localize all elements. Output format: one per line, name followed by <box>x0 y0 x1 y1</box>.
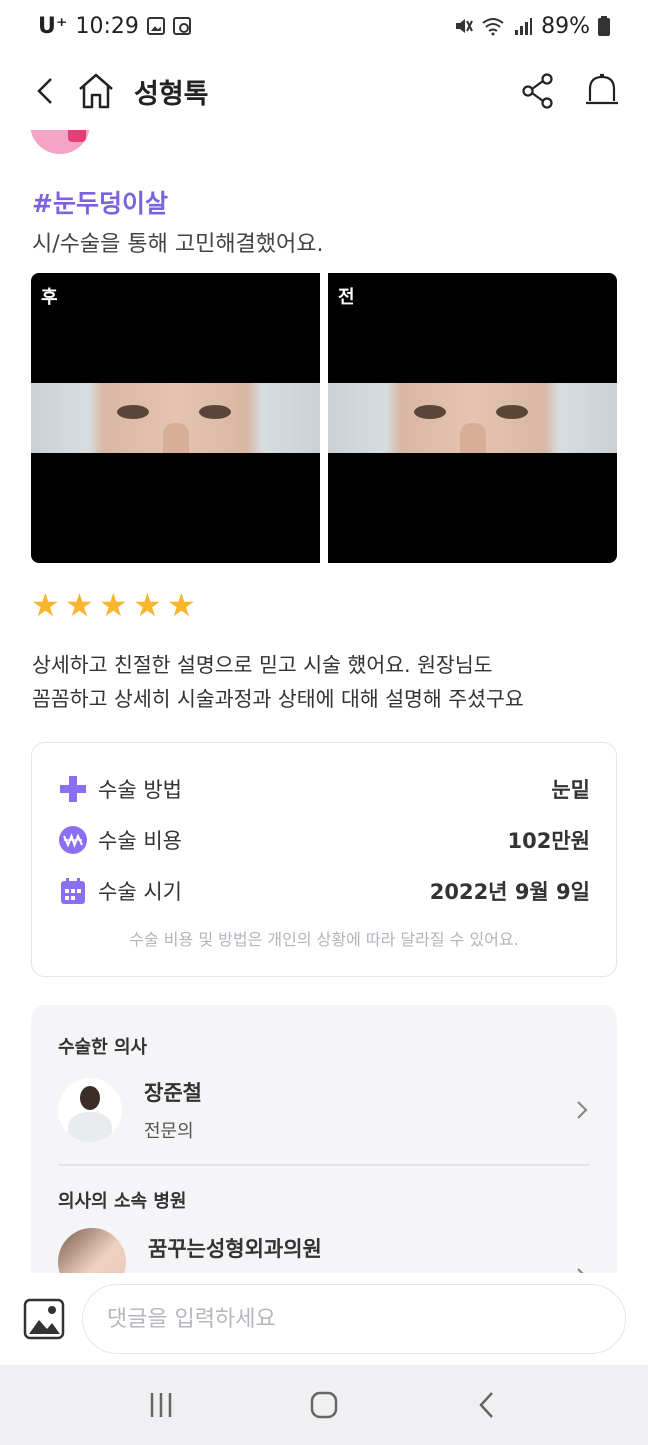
doctor-role: 전문의 <box>144 1121 194 1142</box>
star-icon: ★ <box>133 586 162 624</box>
system-nav-bar <box>0 1365 648 1445</box>
surgery-info-card: 수술 방법 눈밑 수술 비용 102만원 수술 시기 2022년 9월 9일 수… <box>31 742 617 977</box>
recent-apps-icon <box>151 1393 172 1417</box>
after-photo[interactable]: 후 <box>31 273 320 563</box>
cost-label: 수술 비용 <box>98 829 182 853</box>
back-icon <box>37 78 52 104</box>
post-hashtag[interactable]: #눈두덩이살 <box>32 184 168 220</box>
method-row: 수술 방법 눈밑 <box>58 771 590 807</box>
home-nav-button[interactable] <box>294 1375 354 1435</box>
comment-input[interactable] <box>81 1284 626 1354</box>
back-nav-icon <box>478 1392 493 1418</box>
photo-attach-button[interactable] <box>22 1297 66 1341</box>
doctor-row[interactable]: 장준철 전문의 <box>58 1075 593 1145</box>
cost-row: 수술 비용 102만원 <box>58 822 590 858</box>
crown-badge-icon <box>68 130 86 142</box>
hospital-section-title: 의사의 소속 병원 <box>58 1191 187 1212</box>
share-button[interactable] <box>516 69 560 113</box>
face-image <box>328 383 617 453</box>
home-button[interactable] <box>74 69 118 113</box>
date-value: 2022년 9월 9일 <box>429 880 590 904</box>
rating-stars: ★ ★ ★ ★ ★ <box>31 586 197 624</box>
chevron-right-icon <box>571 1099 593 1121</box>
star-icon: ★ <box>99 586 128 624</box>
back-nav-button[interactable] <box>457 1375 517 1435</box>
method-value: 눈밑 <box>551 778 590 802</box>
before-photo[interactable]: 전 <box>328 273 617 563</box>
review-text: 상세하고 친절한 설명으로 믿고 시술 헀어요. 원장님도 꼼꼼하고 상세히 시… <box>32 648 622 716</box>
calendar-icon <box>58 876 88 906</box>
carrier-label: U⁺ <box>38 13 68 39</box>
home-icon <box>79 73 113 109</box>
post-content[interactable]: #눈두덩이살 시/수술을 통해 고민해결했어요. 후 전 ★ ★ ★ ★ ★ 상… <box>0 130 648 1273</box>
before-after-photos: 후 전 <box>31 273 617 563</box>
doctor-name: 장준철 <box>144 1081 202 1105</box>
battery-percent: 89% <box>541 13 590 39</box>
author-avatar[interactable] <box>30 130 90 154</box>
won-icon <box>58 825 88 855</box>
comment-bar <box>0 1273 648 1365</box>
image-icon <box>146 17 165 35</box>
before-label: 전 <box>338 287 355 308</box>
star-icon: ★ <box>167 586 196 624</box>
back-button[interactable] <box>24 69 68 113</box>
status-time: 10:29 <box>75 13 139 39</box>
post-subtitle: 시/수술을 통해 고민해결했어요. <box>32 232 324 257</box>
notification-button[interactable] <box>580 69 624 113</box>
hospital-name: 꿈꾸는성형외과의원 <box>148 1237 322 1261</box>
clock-icon <box>172 17 191 35</box>
review-line: 상세하고 친절한 설명으로 믿고 시술 헀어요. 원장님도 <box>32 653 493 677</box>
wifi-icon <box>482 18 504 36</box>
plus-icon <box>58 774 88 804</box>
page-title: 성형톡 <box>134 78 209 110</box>
review-line: 꼼꼼하고 상세히 시술과정과 상태에 대해 설명해 주셨구요 <box>32 687 524 711</box>
home-circle-icon <box>310 1391 338 1419</box>
hospital-avatar <box>58 1228 126 1273</box>
gallery-icon <box>23 1298 65 1340</box>
date-label: 수술 시기 <box>98 880 182 904</box>
cost-value: 102만원 <box>507 829 590 853</box>
info-disclaimer: 수술 비용 및 방법은 개인의 상황에 따라 달라질 수 있어요. <box>129 930 519 949</box>
face-image <box>31 383 320 453</box>
hospital-row[interactable]: 꿈꾸는성형외과의원 <box>58 1227 593 1273</box>
recent-apps-button[interactable] <box>131 1375 191 1435</box>
date-row: 수술 시기 2022년 9월 9일 <box>58 873 590 909</box>
star-icon: ★ <box>31 586 60 624</box>
notification-bell-icon <box>586 73 618 105</box>
chevron-right-icon <box>571 1266 593 1273</box>
signal-icon <box>515 18 533 35</box>
method-label: 수술 방법 <box>98 778 182 802</box>
doctor-card: 수술한 의사 장준철 전문의 의사의 소속 병원 꿈꾸는성형외과의원 <box>31 1005 617 1273</box>
share-icon <box>522 73 553 109</box>
mute-icon <box>456 19 473 33</box>
after-label: 후 <box>41 287 58 308</box>
app-header: 성형톡 <box>0 52 648 130</box>
divider <box>58 1164 590 1166</box>
doctor-avatar <box>58 1078 122 1142</box>
doctor-section-title: 수술한 의사 <box>58 1037 148 1058</box>
status-bar: U⁺ 10:29 89% <box>0 0 648 52</box>
star-icon: ★ <box>65 586 94 624</box>
battery-icon <box>598 16 610 36</box>
